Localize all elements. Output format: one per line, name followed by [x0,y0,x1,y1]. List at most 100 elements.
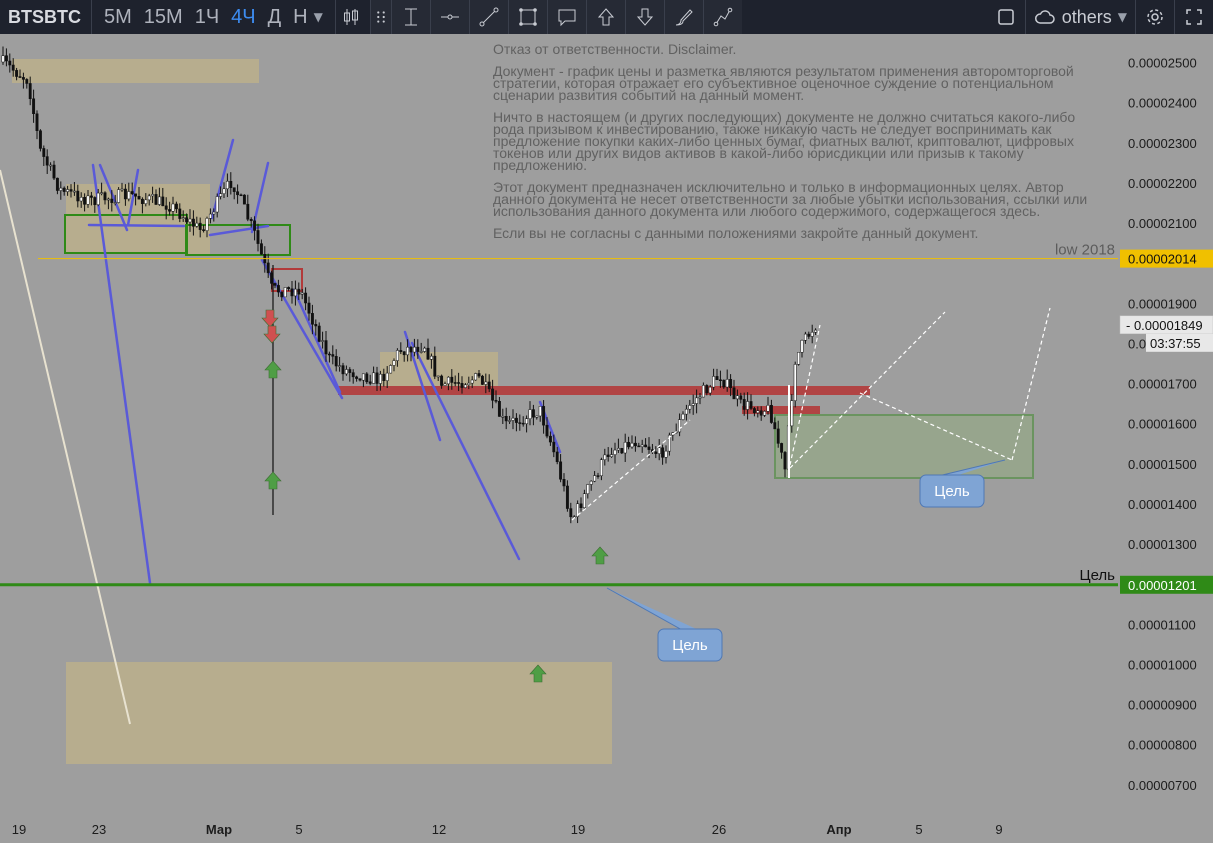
candle-body-232 [790,400,794,427]
callout-target-upper-label: Цель [934,483,970,500]
price-tick-10: 0.00001400 [1128,497,1197,512]
timeframe-15m[interactable]: 15M [144,6,183,29]
candle-body-24 [83,197,87,205]
candle-body-146 [497,400,501,417]
layout-selector[interactable]: others ▼ [1024,0,1135,34]
horizontal-line-tool-icon[interactable] [429,0,469,34]
candle-body-123 [419,351,423,353]
candle-body-114 [389,365,393,374]
candle-body-101 [344,369,348,375]
candle-body-78 [266,262,270,274]
candle-body-227 [773,422,777,430]
candle-body-137 [467,382,471,386]
candle-body-75 [256,230,260,244]
brush-tool-icon[interactable] [663,0,703,34]
candle-body-42 [144,199,148,204]
candle-body-34 [117,189,121,203]
symbol-name[interactable]: BTSBTC [0,0,92,34]
callout-target-lower-label: Цель [672,637,708,654]
resistance-band [338,386,870,395]
candle-body-92 [314,324,318,327]
time-tick-4: 12 [432,822,446,837]
callout-tool-icon[interactable] [546,0,586,34]
time-tick-1: 23 [92,822,106,837]
candle-body-224 [763,411,767,416]
candle-body-192 [654,451,658,454]
disclaimer-text: Отказ от ответственности. Disclaimer. До… [493,42,1093,249]
candle-body-216 [735,395,739,400]
trend-line-tool-icon[interactable] [468,0,508,34]
candle-body-10 [35,113,39,131]
target-price-value: 0.00001201 [1128,578,1197,593]
candle-body-151 [514,417,518,423]
candle-body-67 [229,180,233,188]
candle-body-74 [253,220,257,231]
fullscreen-icon[interactable] [1174,0,1213,34]
candlestick-type-icon[interactable] [336,0,366,34]
candle-body-164 [559,461,563,480]
candle-body-49 [168,209,172,212]
candle-body-35 [120,188,124,191]
candle-body-225 [766,404,770,412]
candle-body-26 [89,195,93,198]
candle-body-166 [565,485,569,509]
timeframe-5m[interactable]: 5M [104,6,132,29]
candle-body-9 [32,98,36,115]
timeframe-1h[interactable]: 1Ч [195,6,219,29]
candle-body-152 [518,422,522,424]
timeframe-1w[interactable]: Н [293,6,307,29]
candle-body-38 [130,191,134,195]
path-tool-icon[interactable] [702,0,742,34]
candle-body-29 [100,192,104,194]
candle-body-194 [661,447,665,458]
candle-body-27 [93,197,97,205]
price-tick-2: 0.00002300 [1128,136,1197,151]
timeframe-4h[interactable]: 4Ч [231,6,255,29]
candle-body-115 [392,360,396,366]
candle-body-41 [140,198,144,204]
gear-icon[interactable] [1135,0,1174,34]
candle-body-222 [756,410,760,414]
candle-body-234 [797,352,801,365]
candle-body-217 [739,395,743,400]
candle-body-15 [52,164,56,179]
candle-body-156 [531,409,535,418]
candle-body-83 [283,287,287,298]
rectangle-tool-icon[interactable] [507,0,547,34]
price-tick-14: 0.00000900 [1128,698,1197,713]
candle-body-160 [545,424,549,437]
candle-body-33 [113,202,117,204]
candle-body-150 [511,417,515,421]
drag-handle-icon[interactable] [369,0,391,34]
candle-body-134 [457,382,461,384]
candle-body-139 [474,373,478,381]
candle-body-235 [800,339,804,353]
candle-body-104 [355,376,359,379]
arrow-up-tool-icon[interactable] [585,0,625,34]
candle-body-62 [212,211,216,215]
blue-trendline-5 [87,223,186,228]
candle-body-32 [110,198,114,203]
candle-body-56 [191,218,195,227]
price-tick-15: 0.00000800 [1128,738,1197,753]
vertical-line-tool-icon[interactable] [390,0,430,34]
price-tick-13: 0.00001000 [1128,657,1197,672]
arrow-down-tool-icon[interactable] [624,0,664,34]
candle-body-40 [137,195,141,200]
candle-body-208 [708,386,712,394]
time-tick-2: Мар [206,822,232,837]
candle-body-188 [640,444,644,447]
candle-body-110 [375,372,379,384]
candle-body-210 [715,376,719,380]
candle-body-109 [372,372,376,384]
candle-body-125 [426,347,430,360]
timeframe-1d[interactable]: Д [268,6,282,29]
candle-body-176 [599,459,603,477]
time-tick-8: 5 [915,822,922,837]
candle-body-143 [487,381,491,390]
chevron-down-icon[interactable]: ▼ [314,10,323,24]
candle-body-12 [42,148,46,157]
candle-body-48 [164,205,168,210]
candle-body-94 [321,340,325,342]
square-icon[interactable] [987,0,1025,34]
